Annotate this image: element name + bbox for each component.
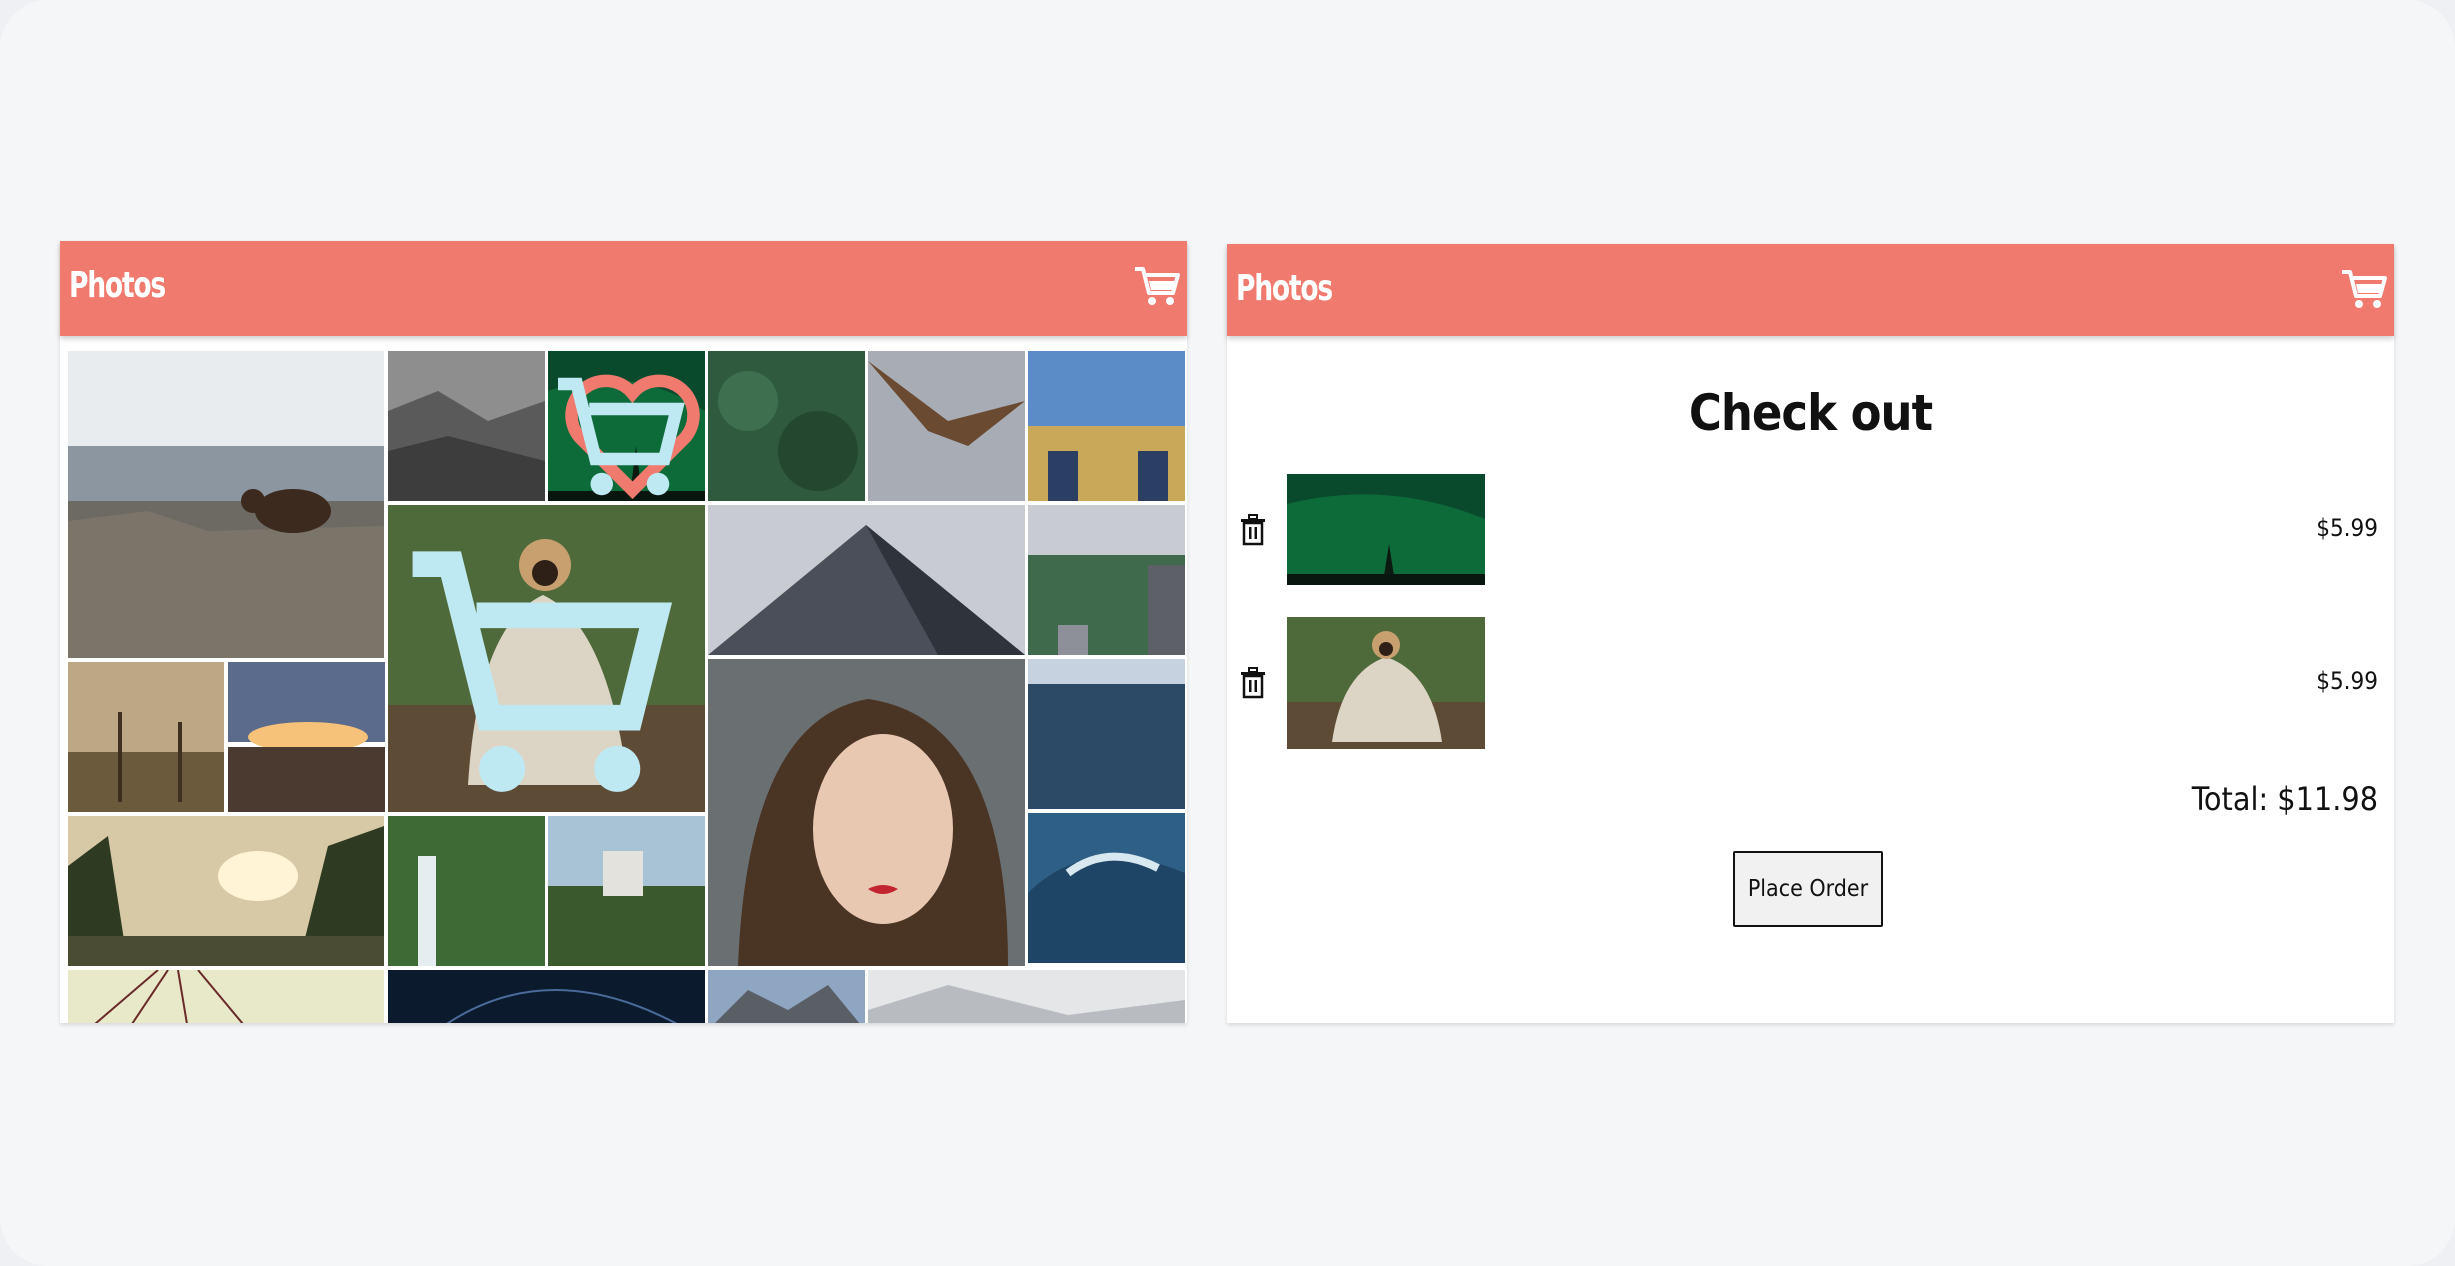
photo-tile-aurora[interactable]: [548, 351, 705, 501]
app-title: Photos: [69, 265, 166, 306]
place-order-button[interactable]: Place Order: [1733, 851, 1883, 927]
photo-tile-ocean[interactable]: [1028, 659, 1185, 809]
photo-tile-rails[interactable]: [228, 662, 385, 812]
photo-tile-bear[interactable]: [68, 351, 384, 658]
app-title: Photos: [1236, 268, 1333, 309]
trash-icon[interactable]: [1239, 667, 1267, 699]
checkout-app-window: Photos Check out $5.99 $5.99 Total: $11.…: [1227, 244, 2394, 1023]
photo-grid: [68, 351, 1190, 1023]
photo-tile-wave[interactable]: [1028, 813, 1185, 963]
cart-item-price: $5.99: [2316, 667, 2378, 695]
photo-tile-foggy-hills[interactable]: [868, 970, 1185, 1023]
photo-tile-pug[interactable]: [388, 505, 705, 812]
photo-tile-skyscraper[interactable]: [708, 505, 1025, 655]
photo-tile-rocky[interactable]: [708, 970, 865, 1023]
photo-tile-eagle[interactable]: [868, 351, 1025, 501]
checkout-title: Check out: [1688, 384, 1933, 442]
photo-tile-fog-trees[interactable]: [68, 662, 224, 812]
gallery-app-window: Photos: [60, 241, 1187, 1023]
cart-item: $5.99: [1227, 474, 2394, 586]
photo-tile-ornaments[interactable]: [68, 970, 384, 1023]
app-header: Photos: [60, 241, 1187, 336]
photo-tile-misty[interactable]: [388, 351, 545, 501]
cart-icon[interactable]: [1133, 261, 1181, 309]
photo-tile-valley[interactable]: [68, 816, 384, 966]
add-to-cart-icon[interactable]: [388, 513, 699, 812]
cart-item-thumbnail: [1287, 617, 1485, 749]
cart-icon[interactable]: [2340, 264, 2388, 312]
photo-tile-city[interactable]: [1028, 505, 1185, 655]
cart-item-thumbnail: [1287, 474, 1485, 585]
photo-tile-waterfall[interactable]: [388, 816, 545, 966]
cart-item: $5.99: [1227, 617, 2394, 749]
photo-tile-pines[interactable]: [708, 351, 865, 501]
app-header: Photos: [1227, 244, 2394, 336]
photo-tile-field[interactable]: [1028, 351, 1185, 501]
order-total: Total: $11.98: [2191, 780, 2378, 818]
add-to-cart-icon[interactable]: [548, 359, 699, 501]
photo-tile-portrait[interactable]: [708, 659, 1025, 966]
photo-tile-castle[interactable]: [548, 816, 705, 966]
trash-icon[interactable]: [1239, 514, 1267, 546]
photo-tile-stars[interactable]: [388, 970, 705, 1023]
cart-item-price: $5.99: [2316, 514, 2378, 542]
